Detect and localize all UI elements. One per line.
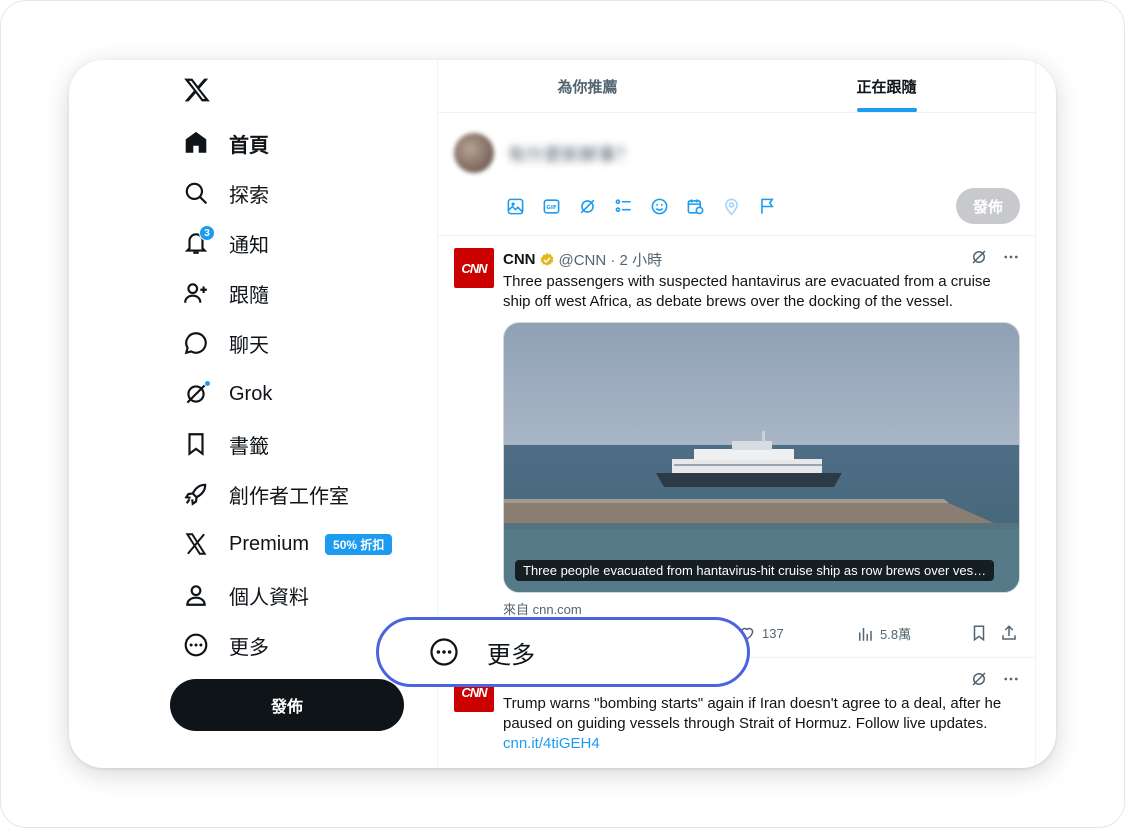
notification-badge: 3 xyxy=(199,225,215,241)
bookmark-button[interactable] xyxy=(970,624,988,642)
tweet-text: Trump warns "bombing starts" again if Ir… xyxy=(503,694,1018,754)
nav-profile[interactable]: 個人資料 xyxy=(181,573,309,617)
tweet-media[interactable]: Three people evacuated from hantavirus-h… xyxy=(503,322,1020,593)
nav-grok[interactable]: Grok xyxy=(181,372,272,416)
chat-bubble-icon xyxy=(181,328,211,358)
x-premium-icon xyxy=(181,529,211,559)
author-name[interactable]: CNN xyxy=(503,251,536,268)
svg-text:GIF: GIF xyxy=(546,204,557,210)
nav-more[interactable]: 更多 xyxy=(181,623,269,667)
emoji-icon[interactable] xyxy=(648,195,670,217)
nav-explore[interactable]: 探索 xyxy=(181,171,269,215)
tab-for-you[interactable]: 為你推薦 xyxy=(438,60,737,112)
nav-label: Premium xyxy=(229,532,310,555)
add-user-icon xyxy=(181,278,211,308)
search-icon xyxy=(181,178,211,208)
nav-premium[interactable]: Premium 50% 折扣 xyxy=(181,522,393,566)
avatar[interactable]: CNN xyxy=(454,248,494,288)
link-source[interactable]: 來自 cnn.com xyxy=(503,599,582,618)
tweet[interactable]: CNN CNN @CNN · 2 小時 Three passengers wit… xyxy=(438,236,1036,658)
more-menu-highlight[interactable]: 更多 xyxy=(376,617,750,687)
composer-toolbar: GIF xyxy=(504,195,778,217)
grok-icon[interactable] xyxy=(970,248,988,266)
cruise-ship-photo xyxy=(504,323,1019,592)
nav-chat[interactable]: 聊天 xyxy=(181,321,269,365)
nav-label: Grok xyxy=(229,382,273,405)
schedule-icon[interactable] xyxy=(684,195,706,217)
nav-label: 書籤 xyxy=(229,435,269,458)
tweet-link[interactable]: cnn.it/4tiGEH4 xyxy=(503,735,600,752)
more-label: 更多 xyxy=(487,641,535,669)
image-icon[interactable] xyxy=(504,195,526,217)
nav-bookmarks[interactable]: 書籤 xyxy=(181,422,269,466)
bookmark-icon xyxy=(973,625,985,642)
nav-label: 跟隨 xyxy=(229,284,269,307)
tweet-text: Three passengers with suspected hantavir… xyxy=(503,273,991,310)
flag-icon[interactable] xyxy=(756,195,778,217)
view-count: 5.8萬 xyxy=(880,627,912,642)
rocket-icon xyxy=(181,479,211,509)
more-horizontal-icon[interactable] xyxy=(1002,248,1020,266)
tweet-body: Trump warns "bombing starts" again if Ir… xyxy=(503,695,1002,732)
tweet-header: CNN @CNN · 2 小時 xyxy=(503,249,662,270)
more-horizontal-icon[interactable] xyxy=(1002,670,1020,688)
post-button[interactable]: 發佈 xyxy=(170,679,404,731)
nav-notifications[interactable]: 3 通知 xyxy=(181,221,269,265)
tweet-top-actions xyxy=(970,248,1020,266)
nav-follow[interactable]: 跟隨 xyxy=(181,271,269,315)
grok-icon[interactable] xyxy=(576,195,598,217)
nav-label: 創作者工作室 xyxy=(229,485,349,508)
nav-label: 更多 xyxy=(229,636,269,659)
grok-icon xyxy=(181,379,211,409)
poll-icon[interactable] xyxy=(612,195,634,217)
x-logo-icon[interactable] xyxy=(183,76,211,104)
author-handle[interactable]: @CNN · 2 小時 xyxy=(559,249,663,270)
tab-label: 為你推薦 xyxy=(557,78,618,96)
tab-label: 正在跟隨 xyxy=(856,78,917,96)
media-caption: Three people evacuated from hantavirus-h… xyxy=(515,560,995,581)
share-button[interactable] xyxy=(1000,624,1018,642)
nav-label: 聊天 xyxy=(229,334,269,357)
nav-label: 個人資料 xyxy=(229,586,309,609)
composer-post-button[interactable]: 發佈 xyxy=(956,188,1020,224)
promo-badge: 50% 折扣 xyxy=(325,533,393,555)
views-button[interactable]: 5.8萬 xyxy=(856,624,911,643)
share-icon xyxy=(1002,625,1016,640)
nav-label: 探索 xyxy=(229,184,269,207)
composer: 有什麼新鮮事？ GIF 發佈 xyxy=(438,113,1036,236)
tweet-top-actions xyxy=(970,670,1020,688)
views-icon xyxy=(859,627,872,641)
more-circle-icon xyxy=(181,630,211,660)
timeline-tabs: 為你推薦 正在跟隨 xyxy=(438,60,1036,113)
home-icon xyxy=(181,128,211,158)
nav-home[interactable]: 首頁 xyxy=(181,121,269,165)
nav-label: 通知 xyxy=(229,234,269,257)
composer-input[interactable]: 有什麼新鮮事？ xyxy=(508,141,634,167)
bookmark-icon xyxy=(181,429,211,459)
location-icon[interactable] xyxy=(720,195,742,217)
like-count: 137 xyxy=(762,625,784,641)
bell-icon: 3 xyxy=(181,225,215,258)
user-icon xyxy=(181,580,211,610)
more-circle-icon xyxy=(430,638,458,666)
tab-following[interactable]: 正在跟隨 xyxy=(737,60,1036,112)
grok-icon[interactable] xyxy=(970,670,988,688)
nav-creator-studio[interactable]: 創作者工作室 xyxy=(181,472,349,516)
avatar xyxy=(454,133,494,173)
nav-label: 首頁 xyxy=(229,134,269,157)
gif-icon[interactable]: GIF xyxy=(540,195,562,217)
active-tab-indicator xyxy=(856,108,917,112)
new-dot xyxy=(204,380,211,387)
verified-gold-icon xyxy=(540,252,553,266)
